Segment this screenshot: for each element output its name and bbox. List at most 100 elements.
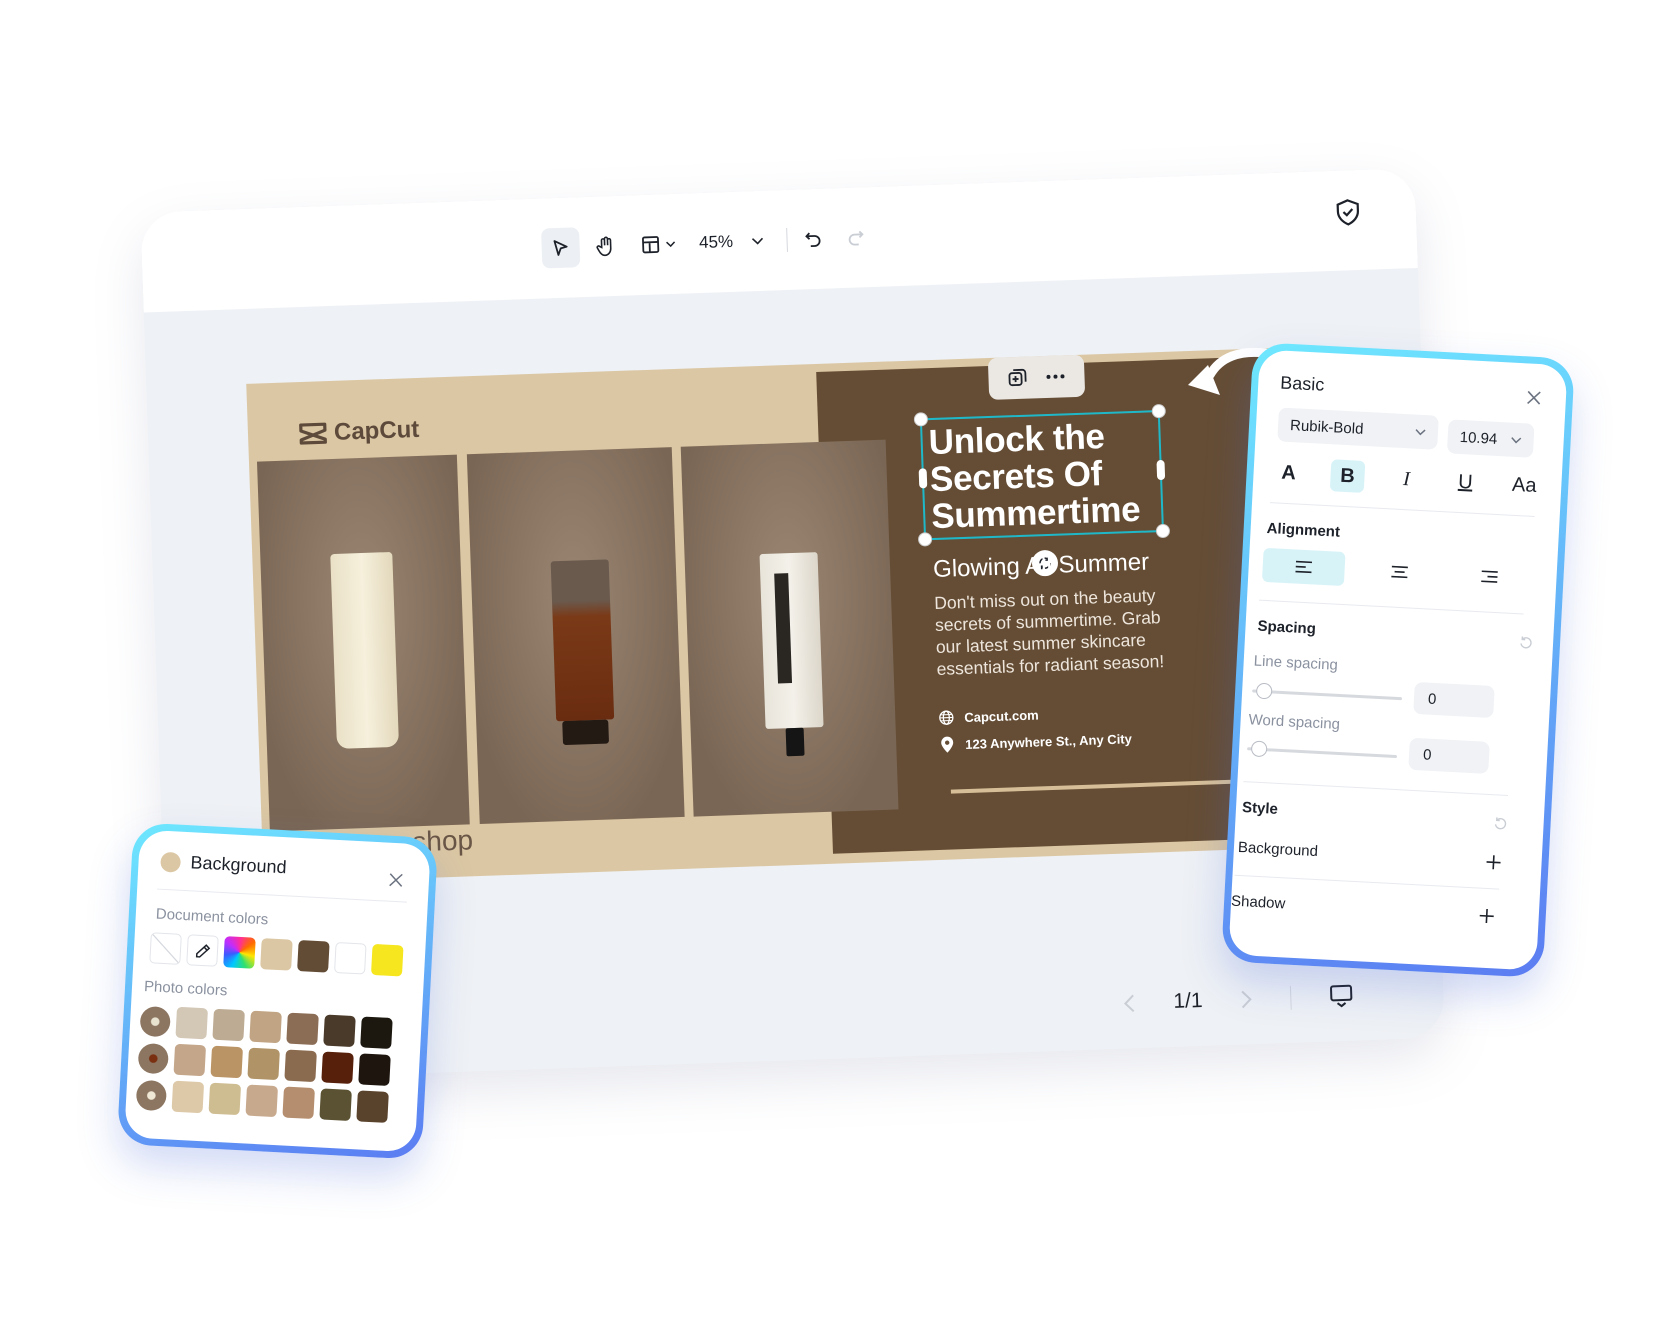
- color-swatch[interactable]: [370, 943, 404, 977]
- bold-button[interactable]: B: [1329, 459, 1366, 493]
- redo-button[interactable]: [838, 217, 873, 258]
- eyedropper-icon[interactable]: [186, 934, 219, 967]
- zoom-dropdown[interactable]: 45%: [693, 221, 769, 264]
- style-label: Style: [1241, 799, 1279, 818]
- close-icon[interactable]: [1526, 389, 1543, 406]
- security-button[interactable]: [1330, 192, 1365, 233]
- reset-icon[interactable]: [1519, 635, 1534, 650]
- align-left-button[interactable]: [1261, 547, 1346, 587]
- layout-dropdown[interactable]: [633, 224, 684, 266]
- color-swatch[interactable]: [247, 1047, 280, 1081]
- photo-thumbnail[interactable]: [137, 1042, 170, 1074]
- shield-icon: [1334, 198, 1361, 227]
- font-name: Rubik-Bold: [1289, 416, 1364, 438]
- line-spacing-label: Line spacing: [1253, 652, 1339, 674]
- undo-icon: [803, 229, 824, 250]
- present-icon[interactable]: [1329, 984, 1354, 1009]
- color-swatch[interactable]: [319, 1088, 352, 1121]
- color-swatch[interactable]: [171, 1080, 205, 1114]
- photo-color-row: [137, 1042, 391, 1086]
- side-handle[interactable]: [1156, 459, 1166, 481]
- photo-thumbnail[interactable]: [135, 1079, 168, 1111]
- photo-thumbnail[interactable]: [139, 1005, 172, 1037]
- chevron-down-icon: [1511, 436, 1522, 444]
- more-icon[interactable]: [1045, 373, 1065, 380]
- color-picker-swatch[interactable]: [223, 936, 256, 969]
- color-swatch[interactable]: [286, 1012, 319, 1046]
- underline-button[interactable]: U: [1448, 470, 1483, 495]
- color-swatch[interactable]: [358, 1053, 391, 1086]
- color-swatch[interactable]: [208, 1082, 242, 1116]
- close-icon[interactable]: [389, 873, 404, 888]
- word-spacing-slider[interactable]: [1247, 740, 1398, 759]
- chevron-down-icon: [1415, 428, 1426, 436]
- background-label: Background: [1237, 838, 1319, 861]
- align-right-icon: [1480, 569, 1499, 584]
- body-text[interactable]: Don't miss out on the beauty secrets of …: [934, 584, 1172, 680]
- align-center-button[interactable]: [1358, 553, 1442, 591]
- chevron-down-icon: [751, 237, 763, 245]
- color-swatch[interactable]: [356, 1090, 389, 1123]
- product-photo-2[interactable]: [466, 447, 685, 825]
- headline: Unlock the Secrets Of Summertime: [922, 412, 1162, 537]
- zoom-value: 45%: [698, 231, 734, 253]
- color-swatch[interactable]: [282, 1086, 315, 1120]
- headline-line: Summertime: [930, 489, 1141, 537]
- document-colors-row: [149, 932, 404, 977]
- document-colors-label: Document colors: [155, 905, 269, 929]
- element-floating-toolbar: [987, 354, 1086, 400]
- product-photo-3[interactable]: [680, 439, 899, 817]
- hand-tool-button[interactable]: [587, 226, 624, 267]
- headline-text-box[interactable]: Unlock the Secrets Of Summertime: [913, 403, 1171, 577]
- chevron-left-icon[interactable]: [1123, 993, 1136, 1013]
- photo-color-row: [139, 1005, 393, 1050]
- italic-button[interactable]: I: [1389, 467, 1424, 492]
- align-left-icon: [1294, 559, 1313, 574]
- color-swatch[interactable]: [360, 1016, 393, 1050]
- duplicate-icon[interactable]: [1007, 368, 1028, 389]
- photo-colors-label: Photo colors: [143, 978, 228, 1000]
- reset-icon[interactable]: [1493, 816, 1508, 831]
- page-indicator: 1/1: [1172, 988, 1203, 1013]
- color-swatch[interactable]: [260, 938, 293, 971]
- add-background-icon[interactable]: [1485, 854, 1502, 871]
- line-spacing-slider[interactable]: [1252, 682, 1403, 701]
- slider-knob[interactable]: [1255, 682, 1273, 700]
- color-swatch[interactable]: [210, 1045, 244, 1079]
- panel-header: Background: [160, 851, 287, 879]
- undo-button[interactable]: [796, 218, 831, 259]
- color-swatch[interactable]: [249, 1010, 282, 1044]
- chevron-right-icon[interactable]: [1240, 989, 1253, 1009]
- color-swatch[interactable]: [212, 1008, 245, 1042]
- lip-glaze-image: [550, 559, 615, 722]
- line-spacing-input[interactable]: 0: [1413, 681, 1495, 719]
- design-canvas[interactable]: CapCut shop Unlock the Secrets Of Summer…: [246, 346, 1344, 884]
- select-tool-button[interactable]: [541, 227, 581, 269]
- text-case-button[interactable]: Aa: [1507, 473, 1542, 498]
- color-swatch[interactable]: [321, 1051, 354, 1085]
- font-family-dropdown[interactable]: Rubik-Bold: [1277, 407, 1439, 450]
- capcut-logo: CapCut: [298, 416, 420, 448]
- slider-knob[interactable]: [1250, 740, 1268, 758]
- shadow-label: Shadow: [1230, 892, 1286, 913]
- color-swatch[interactable]: [297, 940, 330, 973]
- color-swatch[interactable]: [284, 1049, 317, 1083]
- product-photo-1[interactable]: [256, 454, 470, 832]
- align-right-button[interactable]: [1448, 558, 1532, 596]
- word-spacing-input[interactable]: 0: [1408, 737, 1490, 774]
- font-size-dropdown[interactable]: 10.94: [1446, 419, 1535, 458]
- side-handle[interactable]: [918, 468, 928, 489]
- hand-icon: [595, 235, 616, 258]
- text-color-button[interactable]: A: [1271, 461, 1306, 486]
- color-swatch[interactable]: [323, 1014, 356, 1048]
- no-color-swatch[interactable]: [149, 932, 182, 965]
- color-swatch[interactable]: [334, 941, 367, 975]
- photo-color-row: [135, 1079, 389, 1123]
- panel-title: Basic: [1279, 372, 1325, 395]
- add-shadow-icon[interactable]: [1478, 908, 1495, 925]
- color-swatch[interactable]: [173, 1043, 207, 1077]
- website-text: Capcut.com: [964, 706, 1039, 725]
- divider: [1270, 502, 1535, 517]
- color-swatch[interactable]: [175, 1006, 208, 1040]
- color-swatch[interactable]: [245, 1084, 279, 1118]
